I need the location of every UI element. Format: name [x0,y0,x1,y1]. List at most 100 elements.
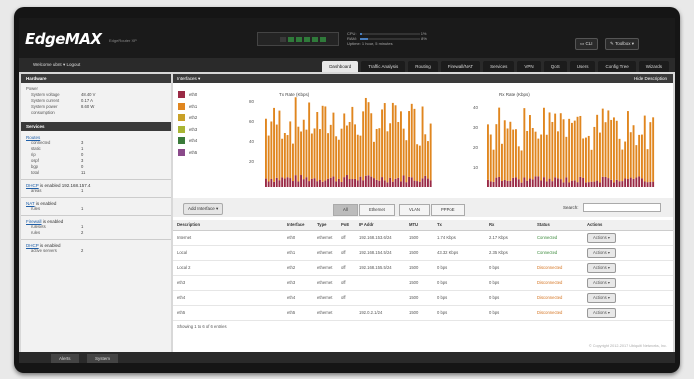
legend-swatch [178,114,185,122]
traffic-bar [294,97,297,176]
traffic-bar [265,118,267,179]
actions-button[interactable]: Actions ▾ [587,293,616,303]
actions-button[interactable]: Actions ▾ [587,263,616,273]
rx-tick: 20 [473,145,479,150]
col-ip-addr[interactable]: IP Addr [359,220,409,230]
traffic-bar [324,106,327,181]
row-actions-cell: Actions ▾ [587,291,657,305]
firewall-row: rules 2 [31,230,84,235]
traffic-bar [359,135,362,177]
tab-dashboard[interactable]: Dashboard [322,61,359,72]
row-description: Local 2 [177,265,191,270]
traffic-bar [283,132,286,179]
tab-vpn[interactable]: VPN [517,61,541,72]
filter-all[interactable]: All [333,204,358,216]
traffic-bar [627,111,629,179]
col-type[interactable]: Type [317,220,341,230]
traffic-bar [327,133,329,179]
row-interface: eth3 [287,280,296,285]
tab-wizards[interactable]: Wizards [638,61,669,72]
system-tab[interactable]: System [87,354,119,363]
row-tx: 0 bps [437,295,448,300]
traffic-bar [601,176,604,187]
col-tx[interactable]: Tx [437,220,489,230]
tab-firewall-nat[interactable]: Firewall/NAT [440,61,481,72]
row-status: Connected [537,235,558,240]
row-ip-addr [359,291,409,305]
row-ip-addr: 192.168.155.5/24 [359,265,392,270]
tab-qos[interactable]: QoS [543,61,567,72]
filter-pppoe[interactable]: PPPoE [431,204,465,216]
cli-button[interactable]: ▭ CLI [575,38,598,50]
traffic-bar [367,102,370,176]
tab-routing[interactable]: Routing [408,61,438,72]
traffic-bar [297,181,300,187]
toolbox-button[interactable]: ✎ Toolbox ▾ [605,38,639,50]
port-indicator [312,36,318,42]
tab-config-tree[interactable]: Config Tree [598,61,636,72]
filter-vlan[interactable]: VLAN [399,204,430,216]
tab-traffic-analysis[interactable]: Traffic Analysis [361,61,406,72]
tab-users[interactable]: Users [569,61,596,72]
col-rx[interactable]: Rx [489,220,537,230]
nav-bar: Welcome ubnt ▾ Logout Dashboard Traffic … [19,58,675,72]
add-interface-button[interactable]: Add Interface ▾ [183,203,224,215]
alerts-tab[interactable]: Alerts [51,354,79,363]
interfaces-header: Interfaces ▾ Hide Description [173,74,673,83]
traffic-bar [351,179,354,187]
row-poe: off [341,250,346,255]
traffic-bar [337,139,340,179]
traffic-bar [302,119,305,180]
traffic-bar [565,136,568,178]
traffic-bar [649,122,652,182]
route-row: total 11 [31,170,86,175]
traffic-bar [593,126,596,182]
chevron-down-icon[interactable]: ▾ [63,62,65,67]
interfaces-title[interactable]: Interfaces [173,76,197,81]
traffic-bar [340,128,343,183]
row-status: Disconnected [537,265,563,270]
tx-tick: 60 [249,119,255,124]
actions-button[interactable]: Actions ▾ [587,248,616,258]
row-actions-cell: Actions ▾ [587,246,657,260]
col-poe[interactable]: PoE [341,220,359,230]
traffic-bar [413,108,416,181]
col-interface[interactable]: Interface [287,220,317,230]
edgemax-logo: EdgeMAX [25,30,102,48]
row-poe: off [341,280,346,285]
logout-link[interactable]: Logout [66,62,80,67]
col-status[interactable]: Status [537,220,587,230]
traffic-bar [529,178,531,187]
traffic-bar [408,176,410,187]
chevron-down-icon[interactable]: ▾ [198,76,200,81]
traffic-bar [503,120,506,180]
actions-button[interactable]: Actions ▾ [587,233,616,243]
hide-description-link[interactable]: Hide Description [634,74,667,83]
traffic-bar [646,149,649,183]
traffic-bar [554,177,557,187]
traffic-bar [576,116,579,183]
traffic-bar [329,177,332,187]
traffic-bar [373,178,375,187]
traffic-bar [641,134,643,179]
rx-chart-title: Rx Rate (Kbps) [499,92,530,97]
traffic-bar [292,181,294,187]
search-input[interactable] [583,203,661,212]
traffic-bar [582,177,585,187]
col-description[interactable]: Description [173,220,287,230]
traffic-bar [391,102,394,182]
traffic-bar [410,177,413,187]
filter-ethernet[interactable]: Ethernet [359,204,395,216]
tab-services[interactable]: Services [483,61,515,72]
actions-button[interactable]: Actions ▾ [587,308,616,318]
hardware-header: Hardware [21,74,171,83]
col-mtu[interactable]: MTU [409,220,437,230]
row-actions-cell: Actions ▾ [587,231,657,245]
traffic-bar [337,178,340,187]
rx-tick: 10 [473,165,479,170]
traffic-bar [321,105,324,182]
actions-button[interactable]: Actions ▾ [587,278,616,288]
port-indicator [288,36,294,42]
traffic-bar [343,113,346,178]
traffic-bar [413,180,416,187]
